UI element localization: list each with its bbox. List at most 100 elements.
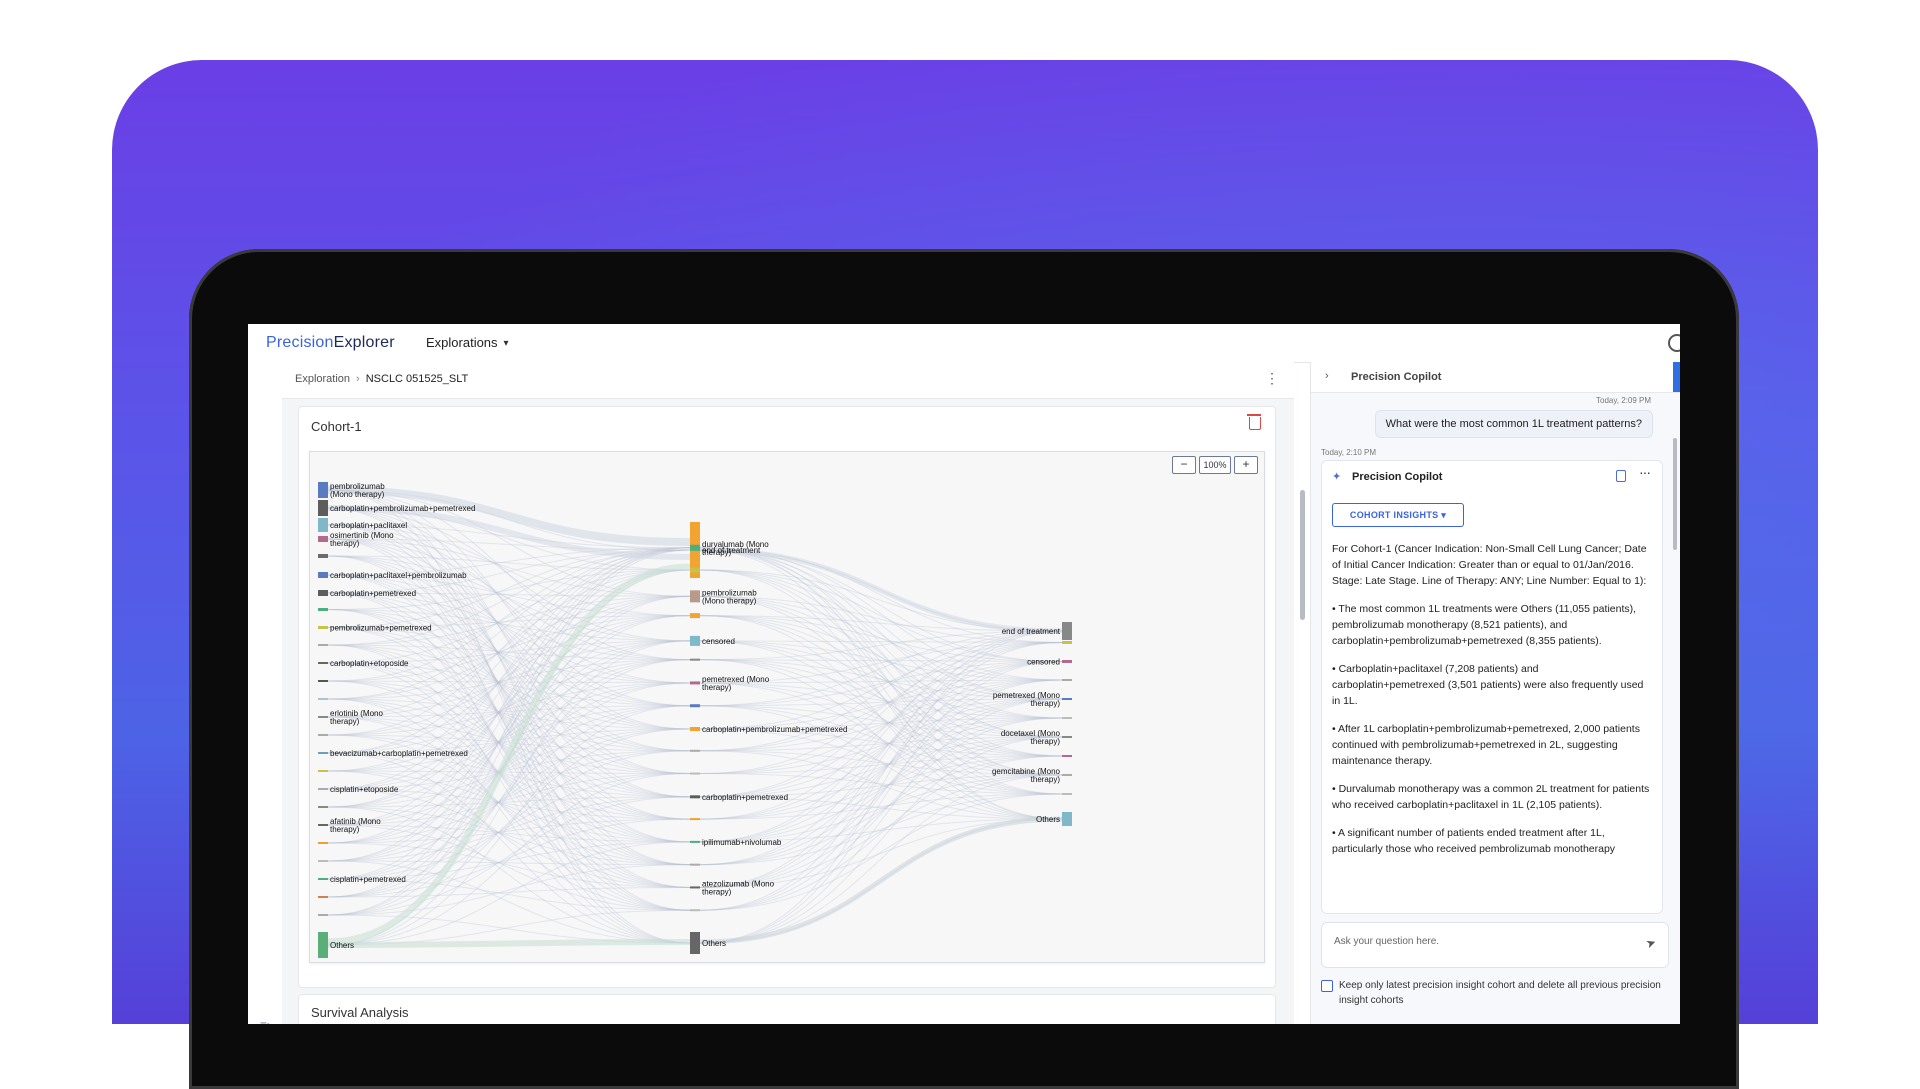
send-icon[interactable]: ➤ (1644, 935, 1658, 952)
main-scrollbar[interactable] (1300, 490, 1305, 620)
sankey-node-label: cisplatin+pemetrexed (330, 875, 406, 884)
zoom-in-button[interactable]: + (1234, 456, 1258, 474)
sankey-node[interactable] (318, 770, 328, 772)
sankey-node[interactable] (690, 727, 700, 731)
sankey-node[interactable] (1062, 736, 1072, 738)
sankey-node[interactable] (1062, 793, 1072, 795)
sankey-node[interactable] (318, 572, 328, 578)
sankey-node[interactable] (690, 795, 700, 799)
sankey-node[interactable] (318, 734, 328, 736)
main-area: Exploration › NSCLC 051525_SLT ⋮ Cohort-1 … (282, 362, 1294, 1024)
left-gutter: ≡› (248, 362, 283, 1024)
sankey-node[interactable] (318, 680, 328, 682)
sankey-node-label: atezolizumab (Mono therapy) (702, 879, 775, 896)
sankey-node[interactable] (1062, 812, 1072, 826)
sankey-node[interactable] (690, 567, 700, 573)
zoom-out-button[interactable]: − (1172, 456, 1196, 474)
sankey-node[interactable] (318, 752, 328, 754)
keep-latest-label: Keep only latest precision insight cohor… (1339, 980, 1661, 1006)
explorations-menu[interactable]: Explorations ▾ (426, 335, 509, 350)
app-logo[interactable]: PrecisionExplorer (266, 334, 395, 352)
sankey-node[interactable] (318, 716, 328, 718)
zoom-controls: − 100% + (1172, 456, 1258, 474)
sankey-node-label: afatinib (Mono therapy) (330, 817, 381, 834)
sankey-node[interactable] (318, 590, 328, 596)
sankey-node[interactable] (318, 518, 328, 532)
sankey-node-label: carboplatin+pemetrexed (702, 793, 788, 802)
keep-latest-checkbox[interactable] (1321, 980, 1333, 992)
sankey-node[interactable] (318, 626, 328, 629)
sankey-node[interactable] (1062, 698, 1072, 700)
sankey-node[interactable] (1062, 774, 1072, 776)
sankey-node[interactable] (318, 608, 328, 611)
sankey-node[interactable] (318, 878, 328, 880)
sankey-node-label: carboplatin+etoposide (330, 659, 409, 668)
copilot-scrollbar[interactable] (1673, 438, 1677, 550)
sankey-node[interactable] (318, 500, 328, 516)
expand-sidebar-icon[interactable]: ≡› (260, 1018, 271, 1024)
sankey-node[interactable] (690, 840, 700, 843)
chevron-down-icon: ▾ (503, 338, 509, 349)
sankey-node-label: pembrolizumab (Mono therapy) (330, 482, 385, 499)
sankey-node-label: censored (1027, 658, 1060, 667)
sankey-node-label: pembrolizumab (Mono therapy) (702, 588, 757, 605)
sankey-node[interactable] (318, 698, 328, 700)
copy-icon[interactable] (1616, 470, 1626, 482)
answer-timestamp: Today, 2:10 PM (1321, 448, 1376, 457)
sankey-chart: pembrolizumab (Mono therapy) carboplatin+p… (309, 451, 1265, 963)
sankey-node-label: censored (702, 637, 735, 646)
sankey-node[interactable] (690, 932, 700, 954)
sankey-node[interactable] (318, 644, 328, 646)
sankey-node[interactable] (318, 806, 328, 808)
sankey-node[interactable] (1062, 679, 1072, 681)
sankey-node[interactable] (690, 886, 700, 889)
sankey-node[interactable] (318, 554, 328, 558)
cohort-insights-button[interactable]: COHORT INSIGHTS ▾ (1332, 503, 1464, 527)
sankey-node-label: Others (330, 941, 354, 950)
ask-input[interactable] (1332, 935, 1626, 948)
sankey-node[interactable] (1062, 622, 1072, 640)
sankey-node-label: carboplatin+paclitaxel (330, 521, 407, 530)
sankey-node[interactable] (690, 863, 700, 866)
sankey-node[interactable] (1062, 717, 1072, 719)
sankey-node[interactable] (318, 932, 328, 958)
user-icon[interactable] (1668, 334, 1680, 352)
sankey-node[interactable] (690, 772, 700, 775)
sankey-node[interactable] (690, 658, 700, 661)
sankey-node-label: carboplatin+pembrolizumab+pemetrexed (702, 725, 847, 734)
more-horizontal-icon[interactable]: ··· (1639, 464, 1651, 480)
sankey-node[interactable] (318, 824, 328, 826)
sankey-node-label: end of treatment (1002, 627, 1061, 636)
sankey-node[interactable] (690, 749, 700, 752)
sankey-node[interactable] (318, 788, 328, 790)
collapse-panel-icon[interactable]: › (1325, 370, 1329, 382)
sankey-node[interactable] (690, 704, 700, 708)
sankey-node[interactable] (318, 914, 328, 916)
more-options-icon[interactable]: ⋮ (1265, 370, 1279, 387)
sankey-node[interactable] (318, 482, 328, 498)
sankey-node[interactable] (1062, 660, 1072, 663)
sankey-node[interactable] (690, 681, 700, 685)
sankey-node[interactable] (318, 662, 328, 664)
breadcrumb-root[interactable]: Exploration (295, 373, 350, 385)
sankey-flow (699, 793, 1063, 866)
sankey-node-label: bevacizumab+carboplatin+pemetrexed (330, 749, 468, 758)
delete-cohort-icon[interactable] (1247, 414, 1261, 430)
answer-card: ✦ Precision Copilot ··· COHORT INSIGHTS … (1321, 460, 1663, 914)
cohort-title: Cohort-1 (311, 419, 362, 434)
sankey-node[interactable] (318, 536, 328, 542)
sankey-node[interactable] (1062, 641, 1072, 644)
sankey-node[interactable] (690, 635, 700, 646)
sankey-node[interactable] (690, 590, 700, 603)
sankey-node[interactable] (690, 613, 700, 619)
sankey-node[interactable] (1062, 755, 1072, 757)
panel-accent (1673, 362, 1680, 392)
sankey-node[interactable] (690, 818, 700, 821)
logo-part-explorer: Explorer (333, 334, 395, 351)
sankey-svg: pembrolizumab (Mono therapy) carboplatin+p… (318, 482, 1072, 958)
sankey-node[interactable] (690, 544, 700, 551)
sankey-node[interactable] (318, 860, 328, 862)
sankey-node[interactable] (318, 896, 328, 898)
sankey-node[interactable] (690, 909, 700, 912)
sankey-node[interactable] (318, 842, 328, 844)
